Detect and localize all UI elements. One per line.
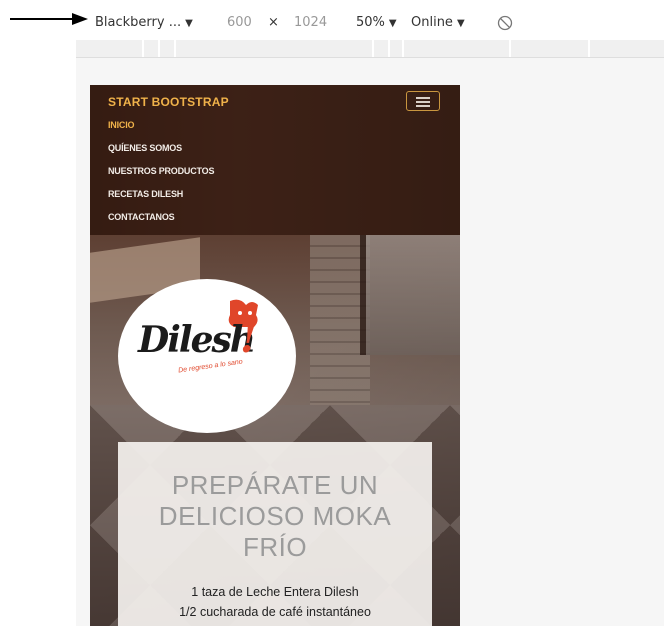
height-input[interactable]: 1024 — [294, 15, 327, 31]
menu-toggle-button[interactable] — [406, 91, 440, 111]
nav-item-contactanos[interactable]: CONTACTANOS — [108, 211, 214, 234]
chevron-down-icon: ▼ — [456, 18, 465, 29]
hamburger-icon-bar — [416, 105, 430, 107]
nav-links: INICIO QUÍENES SOMOS NUESTROS PRODUCTOS … — [108, 119, 214, 234]
recipe-title-line: DELICIOSO MOKA — [158, 501, 392, 531]
throttle-select-label: Online — [411, 15, 453, 30]
nav-item-nuestros-productos[interactable]: NUESTROS PRODUCTOS — [108, 165, 214, 188]
hamburger-icon-bar — [416, 101, 430, 103]
background-window — [360, 235, 460, 355]
recipe-title-line: PREPÁRATE UN — [171, 470, 379, 500]
chevron-down-icon: ▼ — [388, 18, 397, 29]
device-select[interactable]: Blackberry ... ▼ — [95, 15, 193, 32]
zoom-select[interactable]: 50% ▼ — [356, 15, 397, 32]
brand-logo: Dilesh ! De regreso a lo sano — [118, 279, 296, 433]
logo-wordmark: Dilesh — [138, 319, 256, 361]
device-toolbar: Blackberry ... ▼ 600 × 1024 50% ▼ Online ▼ — [0, 0, 664, 40]
zoom-select-label: 50% — [356, 15, 385, 30]
recipe-ingredients: 1 taza de Leche Entera Dilesh 1/2 cuchar… — [118, 582, 432, 622]
recipe-title-line: FRÍO — [242, 532, 308, 562]
device-select-label: Blackberry ... — [95, 15, 182, 30]
nav-item-inicio[interactable]: INICIO — [108, 119, 214, 142]
recipe-card: PREPÁRATE UN DELICIOSO MOKA FRÍO 1 taza … — [118, 442, 432, 626]
rotate-icon[interactable] — [497, 15, 513, 31]
media-query-ruler[interactable] — [76, 40, 664, 58]
recipe-title: PREPÁRATE UN DELICIOSO MOKA FRÍO — [118, 470, 432, 563]
ingredient-line: 1/2 cucharada de café instantáneo — [179, 605, 371, 619]
dimension-separator: × — [268, 15, 279, 30]
nav-item-quienes-somos[interactable]: QUÍENES SOMOS — [108, 142, 214, 165]
width-input[interactable]: 600 — [227, 15, 252, 31]
site-brand[interactable]: START BOOTSTRAP — [108, 95, 229, 109]
site-navbar: START BOOTSTRAP INICIO QUÍENES SOMOS NUE… — [90, 85, 460, 235]
chevron-down-icon: ▼ — [185, 18, 193, 29]
ingredient-line: 1 taza de Leche Entera Dilesh — [191, 585, 359, 599]
hamburger-icon — [416, 97, 430, 99]
emulated-page: START BOOTSTRAP INICIO QUÍENES SOMOS NUE… — [90, 85, 460, 626]
throttle-select[interactable]: Online ▼ — [411, 15, 465, 32]
nav-item-recetas-dilesh[interactable]: RECETAS DILESH — [108, 188, 214, 211]
logo-exclamation: ! — [240, 315, 258, 362]
